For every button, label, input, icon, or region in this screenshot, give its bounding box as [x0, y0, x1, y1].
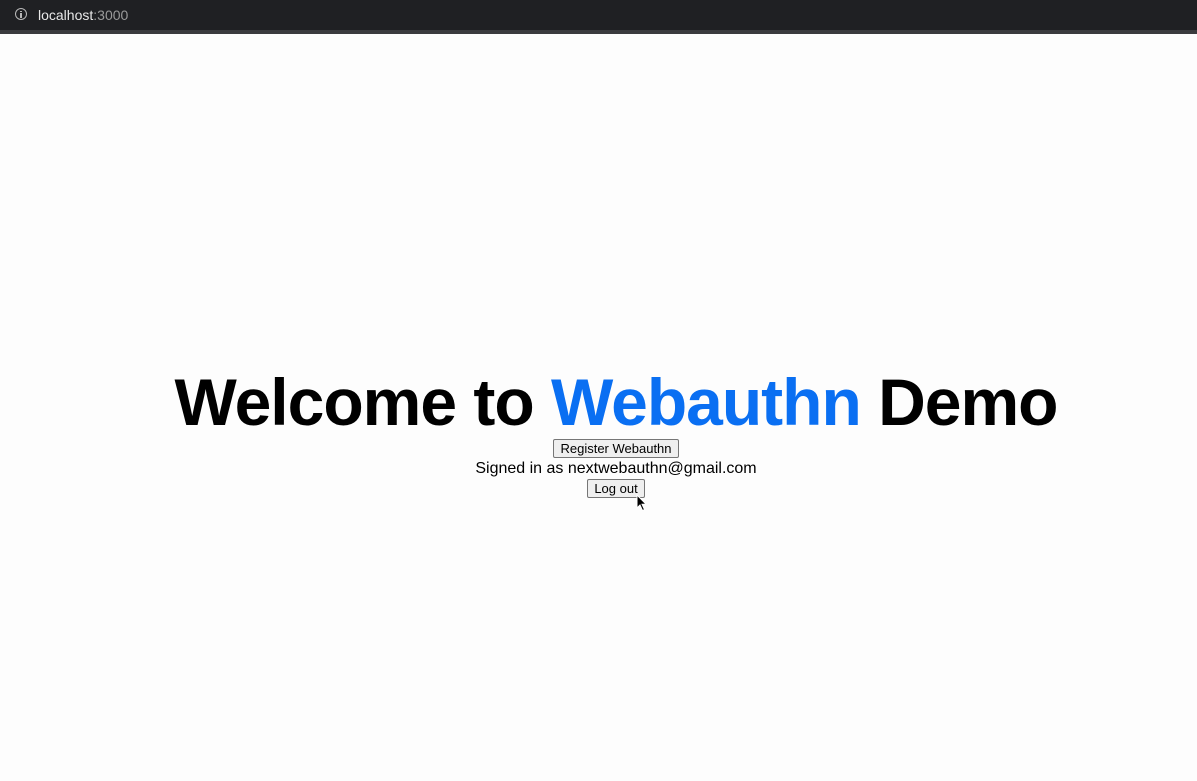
page-body: Welcome to Webauthn Demo Register Webaut…	[0, 34, 1197, 781]
register-webauthn-button[interactable]: Register Webauthn	[553, 439, 679, 458]
title-accent: Webauthn	[551, 365, 862, 439]
title-suffix: Demo	[860, 365, 1058, 439]
page-title: Welcome to Webauthn Demo	[0, 365, 1197, 439]
url-host: localhost	[38, 7, 94, 23]
url-port: :3000	[93, 7, 129, 23]
url-text[interactable]: localhost:3000	[38, 7, 128, 23]
info-icon[interactable]	[15, 8, 27, 20]
browser-address-bar[interactable]: localhost:3000	[0, 0, 1197, 34]
title-prefix: Welcome to	[174, 365, 552, 439]
signed-in-text: Signed in as nextwebauthn@gmail.com	[475, 460, 757, 477]
mouse-cursor-icon	[636, 494, 648, 512]
main-content: Welcome to Webauthn Demo Register Webaut…	[0, 365, 1197, 498]
